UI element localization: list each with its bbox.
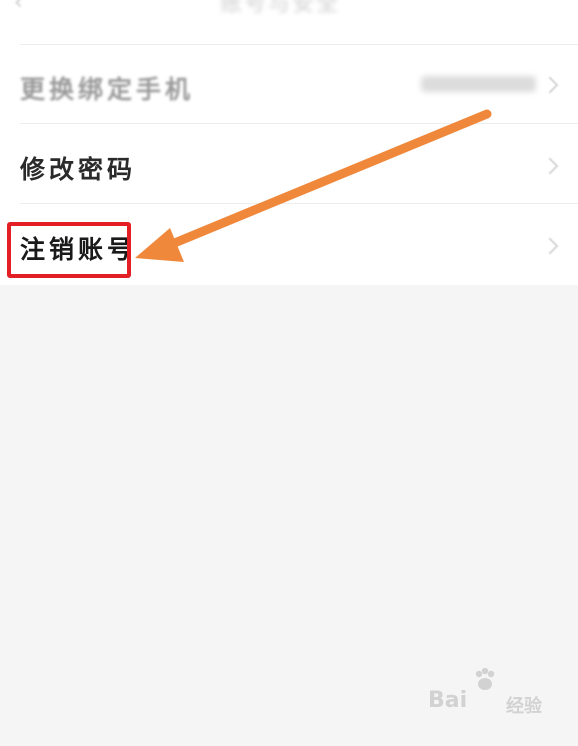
watermark-text: Bai (428, 688, 468, 713)
chevron-right-icon (541, 157, 559, 175)
chevron-right-icon (541, 237, 559, 255)
page-title: 账号与安全 (220, 0, 341, 17)
divider (20, 44, 578, 45)
chevron-right-icon (541, 76, 559, 94)
phone-number-value (421, 76, 536, 92)
settings-row-label: 修改密码 (20, 155, 137, 184)
settings-row-change-phone[interactable]: 更换绑定手机 (0, 44, 578, 124)
settings-screen: ‹ 账号与安全 更换绑定手机 修改密码 注销账号 Bai 经验 (0, 0, 578, 746)
paw-logo-icon (475, 667, 495, 690)
back-arrow-icon[interactable]: ‹ (14, 0, 42, 20)
settings-row-change-password[interactable]: 修改密码 (0, 124, 578, 204)
settings-row-label: 更换绑定手机 (20, 75, 195, 104)
baidu-jingyan-watermark: Bai 经验 (428, 667, 548, 726)
watermark-subtext: 经验 (506, 696, 542, 717)
top-bar: ‹ 账号与安全 (0, 0, 578, 44)
highlight-box (7, 222, 131, 278)
